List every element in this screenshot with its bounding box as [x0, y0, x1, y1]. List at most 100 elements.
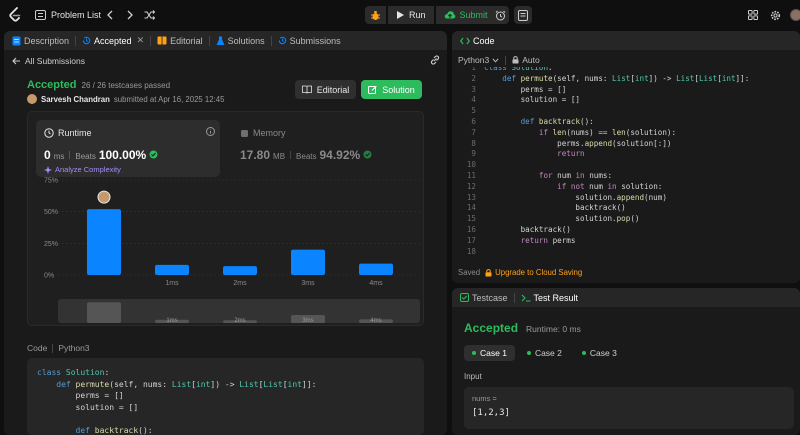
next-problem-icon[interactable] — [126, 7, 134, 23]
stats-card: Runtime 0 ms Beats 100.00% Analyze Compl… — [27, 111, 424, 326]
code-text: for num in nums: — [538, 171, 613, 180]
shuffle-icon[interactable] — [144, 7, 155, 23]
run-button[interactable]: Run — [388, 6, 434, 24]
layout-grid-icon[interactable] — [748, 7, 758, 23]
memory-beats-value: 94.92% — [319, 148, 361, 162]
settings-gear-icon[interactable] — [770, 7, 781, 23]
timer-button[interactable] — [491, 6, 509, 24]
case-2-label: Case 2 — [534, 348, 562, 358]
code-line[interactable]: 11 for num in nums: — [452, 171, 800, 182]
code-line[interactable]: 12 if not num in solution: — [452, 182, 800, 193]
code-text: solution = [] — [484, 95, 581, 105]
code-line[interactable]: 13 solution.append(num) — [452, 193, 800, 204]
share-link-icon[interactable] — [430, 55, 440, 67]
code-line[interactable]: 15 solution.pop() — [452, 214, 800, 225]
sparkle-icon — [44, 165, 52, 174]
tab-submissions-label: Submissions — [289, 35, 341, 46]
code-line[interactable]: 9 return — [452, 149, 800, 160]
case-tab-2[interactable]: Case 2 — [519, 345, 570, 361]
chart-x-tick-label: 1ms — [165, 280, 179, 287]
play-icon — [397, 11, 404, 19]
info-icon[interactable] — [206, 127, 215, 138]
code-line[interactable]: 17 return perms — [452, 236, 800, 247]
code-line[interactable]: 10 — [452, 160, 800, 171]
author-name[interactable]: Sarvesh Chandran — [41, 95, 110, 104]
case-tab-1[interactable]: Case 1 — [464, 345, 515, 361]
tab-code[interactable]: Code — [457, 36, 498, 46]
runtime-distribution-chart[interactable]: 75% 50% 25% 0% 1ms 2ms 3ms 4ms 1ms 2ms 3ms 4ms — [28, 177, 425, 327]
runtime-box[interactable]: Runtime 0 ms Beats 100.00% Analyze Compl… — [36, 120, 220, 177]
memory-title: Memory — [253, 128, 286, 138]
result-status-row: Accepted Runtime: 0 ms — [464, 321, 581, 335]
chart-bar[interactable] — [87, 209, 121, 275]
code-line[interactable]: 18 — [452, 247, 800, 258]
auto-mode-toggle[interactable]: Auto — [512, 55, 540, 65]
chart-bar[interactable] — [359, 263, 393, 275]
avatar[interactable] — [790, 7, 800, 23]
chart-bar[interactable] — [223, 266, 257, 275]
language-select[interactable]: Python3 — [458, 55, 499, 65]
problem-list-icon[interactable] — [35, 7, 46, 23]
tab-accepted[interactable]: Accepted ✕ — [79, 35, 147, 46]
notes-button[interactable] — [514, 6, 532, 24]
memory-box[interactable]: Memory — [240, 128, 286, 138]
leetcode-logo-icon[interactable] — [8, 7, 22, 23]
tab-submissions[interactable]: Submissions — [275, 36, 344, 46]
upgrade-cloud-saving-link[interactable]: Upgrade to Cloud Saving — [485, 268, 582, 277]
chart-bar[interactable] — [155, 264, 189, 275]
code-editor[interactable]: 1 class Solution: 2 def permute(self, nums… — [452, 67, 800, 263]
book-icon — [301, 85, 312, 94]
author-avatar — [27, 94, 37, 104]
submitted-code-block[interactable]: class Solution: def permute(self, nums: … — [27, 358, 424, 435]
line-number: 9 — [471, 149, 476, 159]
code-line[interactable]: 7 if len(nums) == len(solution): — [452, 128, 800, 139]
cloud-upload-icon — [444, 11, 455, 19]
pass-dot-icon — [581, 351, 586, 355]
top-nav: Problem List Run Submit — [0, 0, 800, 30]
beats-badge-icon — [149, 150, 158, 159]
code-line[interactable]: 4 solution = [] — [452, 95, 800, 106]
code-line[interactable]: 5 — [452, 106, 800, 117]
code-text: backtrack() — [484, 225, 571, 234]
problem-list-link[interactable]: Problem List — [51, 7, 101, 23]
code-line[interactable]: 14 backtrack() — [452, 203, 800, 214]
chart-overview-label: 2ms — [234, 318, 245, 324]
tab-test-result[interactable]: Test Result — [518, 293, 582, 303]
code-line[interactable]: 3 perms = [] — [452, 85, 800, 96]
close-tab-icon[interactable]: ✕ — [137, 35, 145, 46]
prev-problem-icon[interactable] — [106, 7, 114, 23]
tab-editorial[interactable]: Editorial — [154, 36, 206, 46]
solution-button[interactable]: Solution — [361, 80, 422, 99]
code-text: if len(nums) == len(solution): — [538, 127, 677, 137]
tab-solutions[interactable]: Solutions — [213, 36, 268, 46]
back-to-submissions[interactable]: All Submissions — [12, 56, 85, 66]
chart-x-tick-label: 2ms — [233, 280, 247, 287]
line-number: 10 — [466, 160, 476, 170]
tab-description[interactable]: Description — [9, 36, 72, 46]
code-line[interactable]: 2 def permute(self, nums: List[int]) -> … — [452, 74, 800, 85]
edit-icon — [368, 85, 377, 94]
status-text: Accepted — [27, 79, 77, 91]
editorial-button[interactable]: Editorial — [295, 80, 356, 99]
submit-button[interactable]: Submit — [435, 6, 496, 24]
input-value-box[interactable]: nums = [1,2,3] — [464, 387, 794, 429]
code-line[interactable]: 6 def backtrack(): — [452, 117, 800, 128]
case-tabs: Case 1 Case 2 Case 3 — [464, 345, 625, 361]
runtime-beats-label: Beats — [75, 152, 96, 161]
code-line[interactable]: 1 class Solution: — [452, 67, 800, 74]
code-line[interactable]: 16 backtrack() — [452, 225, 800, 236]
chart-x-tick-label: 4ms — [369, 280, 383, 287]
chart-bar[interactable] — [291, 249, 325, 275]
case-1-label: Case 1 — [480, 348, 507, 358]
code-text: solution.pop() — [484, 214, 640, 224]
code-text: class Solution: — [484, 67, 553, 72]
line-number: 5 — [471, 106, 476, 116]
code-line[interactable]: 8 perms.append(solution[:]) — [452, 139, 800, 150]
analyze-complexity-link[interactable]: Analyze Complexity — [44, 165, 121, 174]
tab-solutions-label: Solutions — [227, 35, 265, 46]
debug-button[interactable] — [365, 6, 386, 24]
tab-testcase[interactable]: Testcase — [457, 293, 511, 303]
pass-dot-icon — [526, 351, 531, 355]
line-number: 12 — [466, 181, 476, 191]
case-tab-3[interactable]: Case 3 — [574, 345, 625, 361]
